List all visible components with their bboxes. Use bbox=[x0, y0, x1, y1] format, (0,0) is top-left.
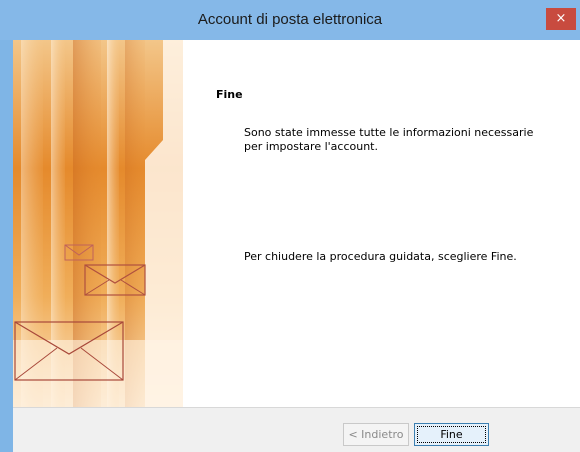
window-title: Account di posta elettronica bbox=[197, 11, 383, 28]
envelope-illustration-icon bbox=[13, 40, 183, 407]
wizard-content: Fine Sono state immesse tutte le informa… bbox=[183, 40, 580, 407]
wizard-banner-image bbox=[13, 40, 183, 407]
wizard-client-area: Fine Sono state immesse tutte le informa… bbox=[13, 40, 580, 452]
back-button[interactable]: < Indietro bbox=[343, 423, 409, 446]
finish-button-label: Fine bbox=[440, 428, 463, 441]
title-bar[interactable]: Account di posta elettronica × bbox=[0, 0, 580, 40]
page-title: Fine bbox=[216, 88, 243, 101]
wizard-window: Account di posta elettronica × Fine Sono… bbox=[0, 0, 580, 452]
close-icon[interactable]: × bbox=[546, 8, 576, 30]
back-button-label: < Indietro bbox=[348, 428, 404, 441]
finish-button[interactable]: Fine bbox=[414, 423, 489, 446]
completion-message: Sono state immesse tutte le informazioni… bbox=[244, 126, 534, 153]
close-instruction-message: Per chiudere la procedura guidata, scegl… bbox=[244, 250, 517, 263]
wizard-footer: < Indietro Fine bbox=[13, 407, 580, 452]
